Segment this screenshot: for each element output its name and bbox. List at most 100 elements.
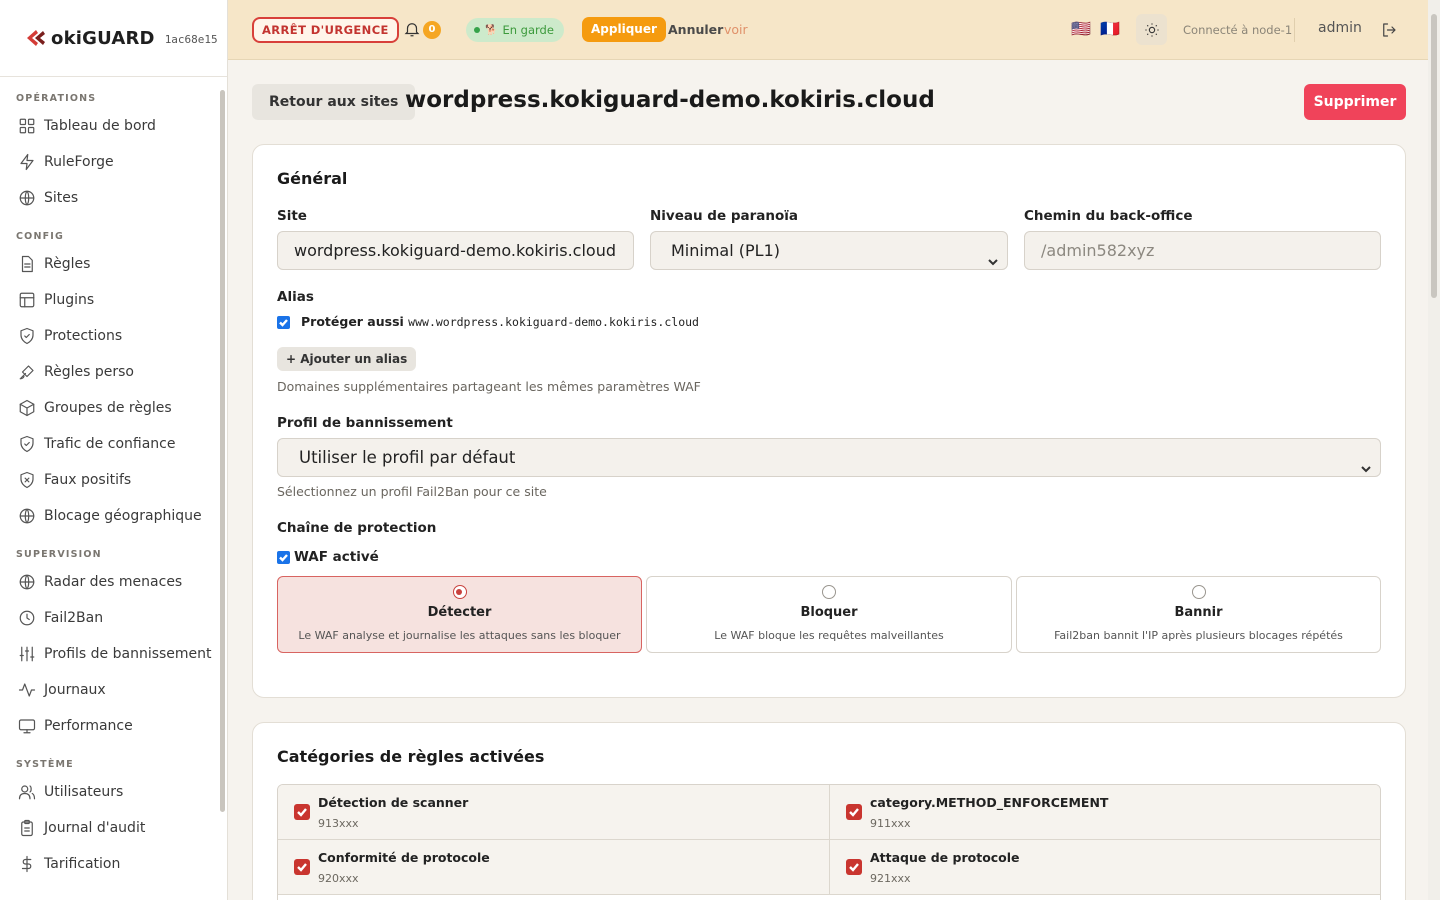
notifications-button[interactable] bbox=[403, 20, 421, 38]
rule-code: 920xxx bbox=[318, 872, 359, 885]
guard-status-label: En garde bbox=[502, 23, 554, 37]
sidebar-item-geo-blocking[interactable]: Blocage géographique bbox=[0, 498, 218, 534]
site-input[interactable]: wordpress.kokiguard-demo.kokiris.cloud bbox=[277, 231, 634, 270]
guard-dog-icon: 🐕 bbox=[485, 24, 498, 36]
emergency-stop-button[interactable]: ARRÊT D'URGENCE bbox=[252, 17, 399, 43]
paranoia-select[interactable]: Minimal (PL1) bbox=[650, 231, 1008, 270]
sidebar-item-fail2ban[interactable]: Fail2Ban bbox=[0, 600, 218, 636]
mode-block-radio[interactable] bbox=[822, 585, 836, 599]
waf-enabled-checkbox[interactable] bbox=[277, 551, 290, 564]
ban-profile-select[interactable]: Utiliser le profil par défaut bbox=[277, 438, 1381, 477]
ban-profile-selected-value: Utiliser le profil par défaut bbox=[299, 448, 516, 467]
add-alias-button[interactable]: + Ajouter un alias bbox=[277, 347, 417, 371]
rule-checkbox[interactable] bbox=[846, 859, 862, 875]
nav-section-config: CONFIG bbox=[16, 231, 65, 242]
rule-name: Attaque de protocole bbox=[870, 850, 1020, 865]
back-to-sites-button[interactable]: Retour aux sites bbox=[252, 84, 416, 120]
rule-category-item[interactable]: Conformité de protocole 920xxx bbox=[278, 840, 829, 895]
sidebar-scroll-thumb[interactable] bbox=[220, 90, 225, 812]
sidebar-item-threat-radar[interactable]: Radar des menaces bbox=[0, 564, 218, 600]
sidebar-item-trusted-traffic[interactable]: Trafic de confiance bbox=[0, 426, 218, 462]
sidebar-item-sites[interactable]: Sites bbox=[0, 180, 218, 216]
sidebar-item-dashboard[interactable]: Tableau de bord bbox=[0, 108, 218, 144]
sidebar-item-pricing[interactable]: Tarification bbox=[0, 846, 218, 882]
sidebar-nav: OPÉRATIONS Tableau de bord RuleForge Sit… bbox=[0, 78, 218, 900]
rule-category-item[interactable]: Détection de scanner 913xxx bbox=[278, 785, 829, 840]
mode-detect-radio[interactable] bbox=[452, 585, 467, 599]
brand-logo-icon bbox=[27, 30, 45, 46]
mode-ban-option[interactable]: Bannir Fail2ban bannit l'IP après plusie… bbox=[1016, 576, 1381, 653]
mode-ban-radio[interactable] bbox=[1191, 585, 1206, 599]
clipboard-icon bbox=[21, 819, 33, 837]
clock-icon bbox=[19, 610, 35, 626]
rule-checkbox[interactable] bbox=[846, 804, 862, 820]
mode-description: Le WAF bloque les requêtes malveillantes bbox=[714, 629, 944, 642]
check-icon bbox=[279, 554, 288, 562]
sidebar-item-label: Journaux bbox=[44, 682, 106, 698]
sidebar-item-ruleforge[interactable]: RuleForge bbox=[0, 144, 218, 180]
sidebar-item-plugins[interactable]: Plugins bbox=[0, 282, 218, 318]
backoffice-label: Chemin du back-office bbox=[1024, 208, 1193, 224]
chevron-down-icon bbox=[987, 244, 999, 266]
dollar-icon bbox=[21, 855, 32, 873]
sidebar-item-label: Radar des menaces bbox=[44, 574, 183, 590]
sun-icon bbox=[1144, 22, 1159, 37]
globe-icon bbox=[19, 574, 35, 590]
mode-detect-option[interactable]: Détecter Le WAF analyse et journalise le… bbox=[277, 576, 642, 653]
apply-button[interactable]: Appliquer bbox=[582, 17, 666, 42]
sidebar-item-label: Blocage géographique bbox=[44, 508, 202, 524]
protect-www-checkbox[interactable] bbox=[277, 316, 290, 329]
backoffice-path-input[interactable]: /admin582xyz bbox=[1024, 231, 1381, 270]
page-scrollbar[interactable] bbox=[1428, 0, 1440, 900]
user-menu[interactable]: admin bbox=[1318, 20, 1362, 36]
sidebar-item-label: Journal d'audit bbox=[44, 820, 146, 836]
sidebar-item-false-positives[interactable]: Faux positifs bbox=[0, 462, 218, 498]
mode-title: Détecter bbox=[427, 605, 492, 620]
mode-block-option[interactable]: Bloquer Le WAF bloque les requêtes malve… bbox=[646, 576, 1012, 653]
rule-category-item[interactable]: category.METHOD_ENFORCEMENT 911xxx bbox=[829, 785, 1380, 840]
sidebar-item-protections[interactable]: Protections bbox=[0, 318, 218, 354]
rule-checkbox[interactable] bbox=[294, 804, 310, 820]
sidebar-item-label: Plugins bbox=[44, 292, 95, 308]
theme-toggle-button[interactable] bbox=[1136, 14, 1167, 45]
nav-section-operations: OPÉRATIONS bbox=[16, 93, 97, 104]
rule-categories-grid: Détection de scanner 913xxx category.MET… bbox=[277, 784, 1381, 900]
language-switcher[interactable]: 🇺🇸 🇫🇷 bbox=[1071, 19, 1122, 38]
check-icon bbox=[297, 863, 307, 872]
layout-icon bbox=[19, 292, 35, 308]
nav-section-supervision: SUPERVISION bbox=[16, 549, 102, 560]
sidebar-item-rules[interactable]: Règles bbox=[0, 246, 218, 282]
alias-help-text: Domaines supplémentaires partageant les … bbox=[277, 379, 701, 394]
ban-profile-help-text: Sélectionnez un profil Fail2Ban pour ce … bbox=[277, 484, 547, 499]
cancel-button[interactable]: Annuler bbox=[668, 22, 723, 37]
sidebar-item-users[interactable]: Utilisateurs bbox=[0, 774, 218, 810]
rule-category-item[interactable]: Attaque de protocole 921xxx bbox=[829, 840, 1380, 895]
rule-checkbox[interactable] bbox=[294, 859, 310, 875]
sidebar-item-label: RuleForge bbox=[44, 154, 114, 170]
brand[interactable]: okiGUARD 1ac68e15 bbox=[0, 0, 227, 77]
sidebar-item-label: Tableau de bord bbox=[44, 118, 156, 134]
protect-www-domain: www.wordpress.kokiguard-demo.kokiris.clo… bbox=[408, 315, 699, 329]
site-label: Site bbox=[277, 208, 307, 224]
sidebar-item-logs[interactable]: Journaux bbox=[0, 672, 218, 708]
rule-name: Conformité de protocole bbox=[318, 850, 490, 865]
protect-www-label: Protéger aussi www.wordpress.kokiguard-d… bbox=[301, 314, 699, 329]
check-icon bbox=[297, 808, 307, 817]
file-icon bbox=[21, 255, 33, 273]
sidebar-item-label: Règles bbox=[44, 256, 91, 272]
delete-button[interactable]: Supprimer bbox=[1304, 84, 1406, 120]
globe-icon bbox=[19, 508, 35, 524]
logout-button[interactable] bbox=[1380, 21, 1398, 39]
brand-name: okiGUARD bbox=[51, 27, 155, 49]
page-scroll-thumb[interactable] bbox=[1431, 14, 1437, 298]
sidebar-item-audit-log[interactable]: Journal d'audit bbox=[0, 810, 218, 846]
sidebar-item-rule-groups[interactable]: Groupes de règles bbox=[0, 390, 218, 426]
shield-check-icon bbox=[20, 327, 34, 345]
alias-label: Alias bbox=[277, 289, 314, 305]
sidebar-item-label: Tarification bbox=[44, 856, 121, 872]
sidebar-item-custom-rules[interactable]: Règles perso bbox=[0, 354, 218, 390]
sidebar-item-ban-profiles[interactable]: Profils de bannissement bbox=[0, 636, 218, 672]
sidebar-item-label: Sites bbox=[44, 190, 79, 206]
sidebar-item-performance[interactable]: Performance bbox=[0, 708, 218, 744]
view-changes-link[interactable]: voir bbox=[724, 22, 748, 37]
